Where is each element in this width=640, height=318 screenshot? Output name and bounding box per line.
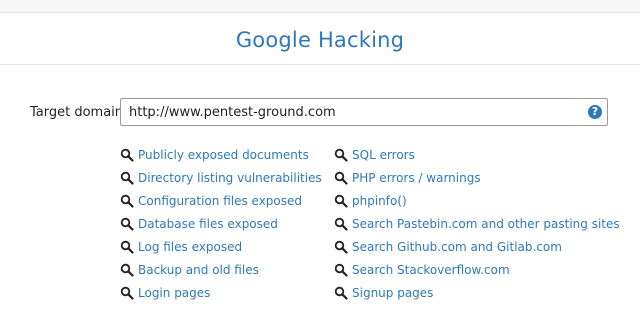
search-icon <box>334 217 348 231</box>
dork-link-php-errors[interactable]: PHP errors / warnings <box>334 166 620 189</box>
search-icon <box>120 240 134 254</box>
dork-link-github-gitlab[interactable]: Search Github.com and Gitlab.com <box>334 235 620 258</box>
target-domain-input[interactable] <box>121 99 581 125</box>
dork-link-label: Publicly exposed documents <box>138 147 309 162</box>
dork-link-database-files[interactable]: Database files exposed <box>120 212 322 235</box>
dork-link-label: Search Github.com and Gitlab.com <box>352 239 562 254</box>
search-icon <box>120 286 134 300</box>
dork-link-login-pages[interactable]: Login pages <box>120 281 322 304</box>
dork-link-label: Configuration files exposed <box>138 193 303 208</box>
search-icon <box>334 171 348 185</box>
dork-link-phpinfo[interactable]: phpinfo() <box>334 189 620 212</box>
search-icon <box>120 263 134 277</box>
header-divider <box>0 64 640 65</box>
dork-link-label: phpinfo() <box>352 193 407 208</box>
dork-link-label: PHP errors / warnings <box>352 170 481 185</box>
question-circle-icon[interactable]: ? <box>588 105 602 119</box>
page-title: Google Hacking <box>235 28 405 52</box>
dork-link-label: Login pages <box>138 285 211 300</box>
search-icon <box>334 263 348 277</box>
dork-link-label: Directory listing vulnerabilities <box>138 170 322 185</box>
dork-links-left: Publicly exposed documents Directory lis… <box>120 143 322 304</box>
target-domain-field[interactable]: ? <box>120 98 608 126</box>
search-icon <box>120 171 134 185</box>
target-domain-label: Target domain <box>30 105 124 120</box>
dork-link-documents[interactable]: Publicly exposed documents <box>120 143 322 166</box>
search-icon <box>120 217 134 231</box>
dork-link-signup-pages[interactable]: Signup pages <box>334 281 620 304</box>
dork-link-backup-files[interactable]: Backup and old files <box>120 258 322 281</box>
dork-links-right: SQL errors PHP errors / warnings phpinfo… <box>334 143 620 304</box>
search-icon <box>120 148 134 162</box>
dork-link-label: Log files exposed <box>138 239 243 254</box>
dork-link-pastebin[interactable]: Search Pastebin.com and other pasting si… <box>334 212 620 235</box>
dork-link-sql-errors[interactable]: SQL errors <box>334 143 620 166</box>
dork-link-label: Signup pages <box>352 285 434 300</box>
dork-link-config-files[interactable]: Configuration files exposed <box>120 189 322 212</box>
dork-link-label: Backup and old files <box>138 262 259 277</box>
search-icon <box>334 240 348 254</box>
dork-link-label: Search Pastebin.com and other pasting si… <box>352 216 620 231</box>
dork-link-log-files[interactable]: Log files exposed <box>120 235 322 258</box>
dork-link-stackoverflow[interactable]: Search Stackoverflow.com <box>334 258 620 281</box>
dork-link-label: Search Stackoverflow.com <box>352 262 510 277</box>
top-bar <box>0 0 640 13</box>
search-icon <box>120 194 134 208</box>
dork-link-label: Database files exposed <box>138 216 278 231</box>
dork-link-label: SQL errors <box>352 147 415 162</box>
dork-link-directory-listing[interactable]: Directory listing vulnerabilities <box>120 166 322 189</box>
search-icon <box>334 286 348 300</box>
search-icon <box>334 148 348 162</box>
search-icon <box>334 194 348 208</box>
